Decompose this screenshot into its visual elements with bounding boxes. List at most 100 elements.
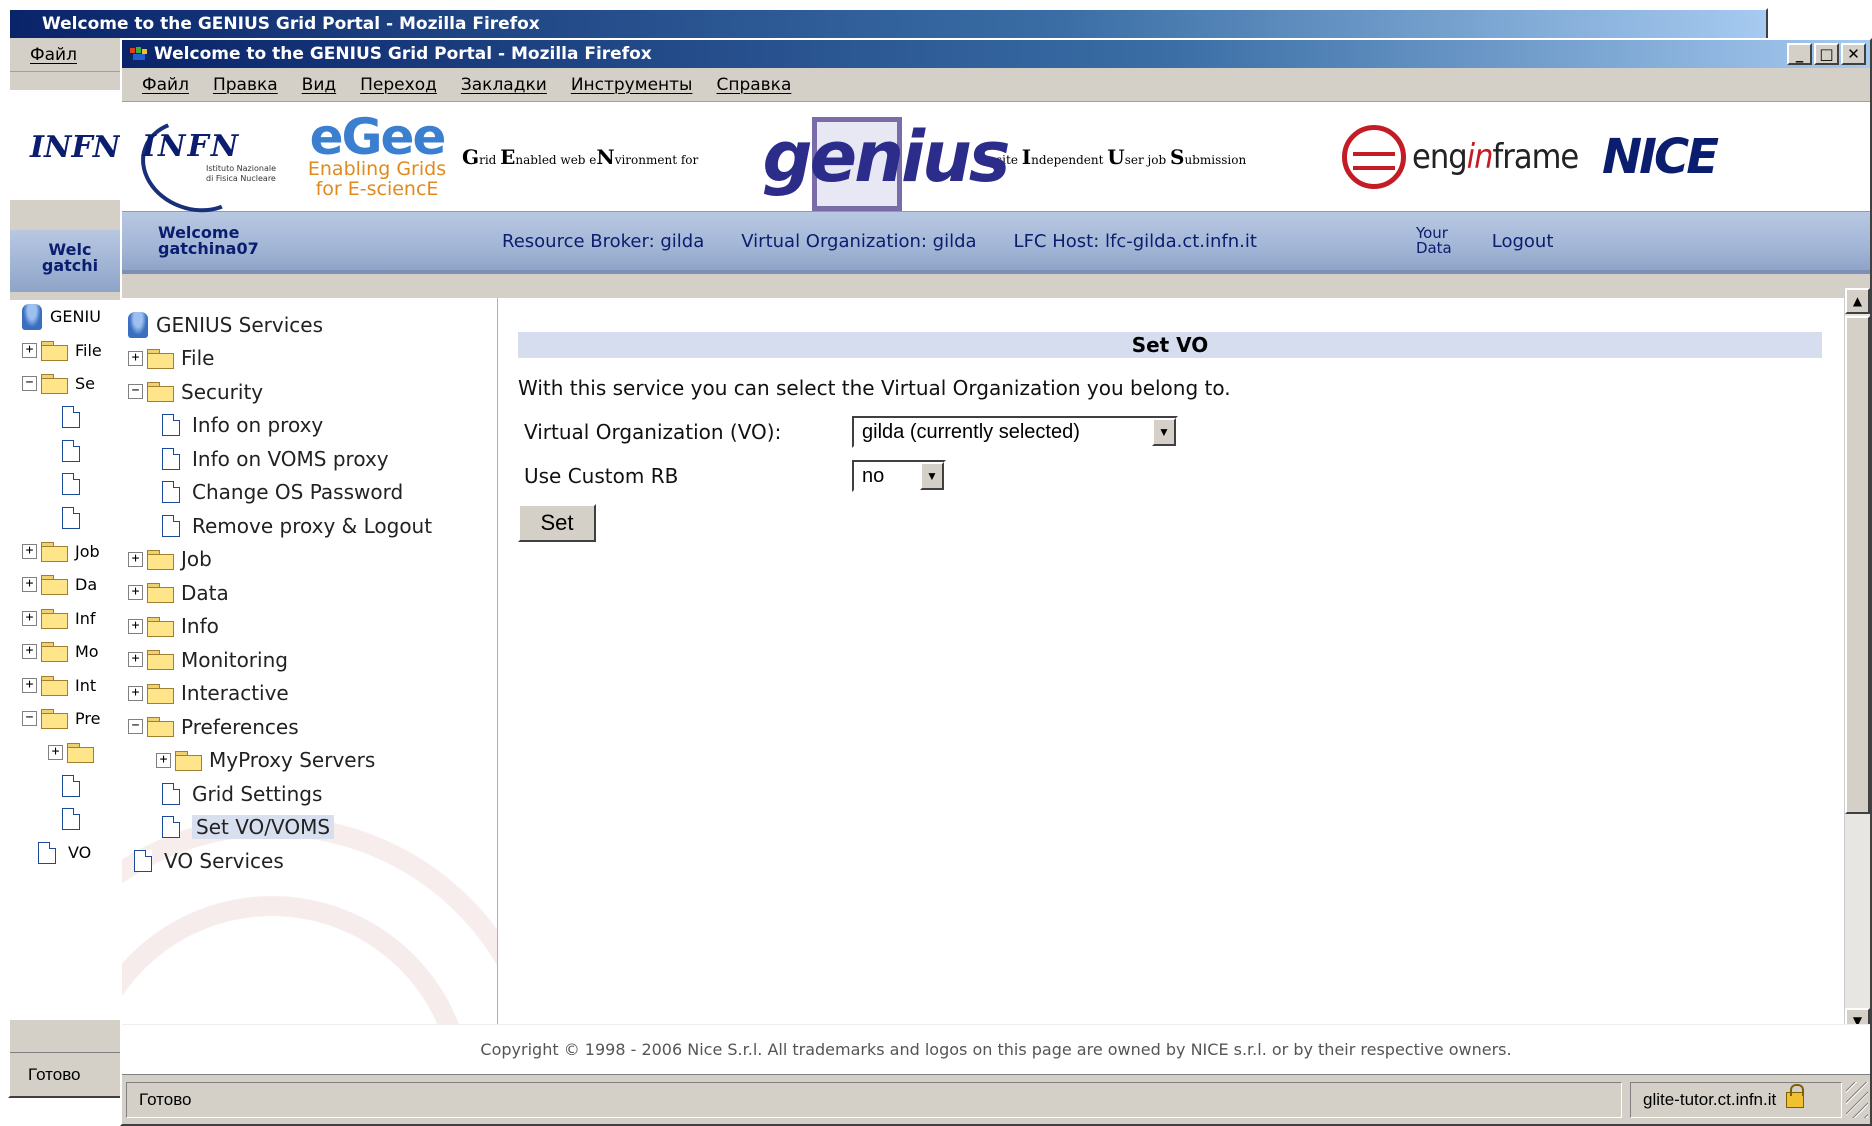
vo-label: Virtual Organization (VO):: [524, 420, 782, 444]
tree-item-interactive[interactable]: + Interactive: [122, 677, 497, 711]
enginframe-text: enginframe: [1412, 136, 1579, 177]
your-data-link[interactable]: Your Data: [1416, 226, 1452, 256]
menu-tools[interactable]: Инструменты: [571, 75, 693, 95]
expand-icon[interactable]: +: [22, 342, 37, 358]
back-tree-root[interactable]: GENIU: [10, 300, 130, 334]
back-tree-monitoring[interactable]: + Mo: [10, 635, 130, 669]
collapse-icon[interactable]: −: [128, 719, 143, 735]
back-tree-doc[interactable]: [10, 434, 130, 468]
menu-bookmarks[interactable]: Закладки: [461, 75, 547, 95]
back-menu-file[interactable]: Файл: [30, 45, 77, 65]
chevron-down-icon[interactable]: ▼: [1152, 418, 1176, 446]
folder-icon: [147, 549, 174, 570]
tree-item-info-voms[interactable]: Info on VOMS proxy: [122, 442, 497, 476]
back-tree-doc[interactable]: [10, 501, 130, 535]
tagline-part: U: [1107, 144, 1125, 169]
menu-go[interactable]: Переход: [360, 75, 437, 95]
lock-icon[interactable]: [1786, 1083, 1805, 1108]
expand-icon[interactable]: +: [48, 744, 63, 760]
tagline-part: G: [462, 144, 480, 169]
logout-link[interactable]: Logout: [1492, 231, 1554, 252]
folder-icon: [147, 683, 174, 704]
tree-item-monitoring[interactable]: + Monitoring: [122, 643, 497, 677]
expand-icon[interactable]: +: [22, 577, 37, 593]
collapse-icon[interactable]: −: [128, 384, 143, 400]
vo-select[interactable]: gilda (currently selected) ▼: [852, 416, 1178, 448]
expand-icon[interactable]: +: [128, 551, 143, 567]
document-icon: [62, 774, 80, 797]
menu-help[interactable]: Справка: [716, 75, 791, 95]
title-bar[interactable]: Welcome to the GENIUS Grid Portal - Mozi…: [122, 40, 1870, 68]
back-tree-doc[interactable]: [10, 769, 130, 803]
tree-item-data[interactable]: + Data: [122, 576, 497, 610]
menu-edit[interactable]: Правка: [213, 75, 278, 95]
scroll-thumb[interactable]: [1845, 316, 1870, 814]
virtual-organization-info: Virtual Organization: gilda: [741, 230, 977, 252]
tree-item-security[interactable]: − Security: [122, 375, 497, 409]
back-title-bar[interactable]: Welcome to the GENIUS Grid Portal - Mozi…: [10, 10, 1766, 38]
infn-sub2: di Fisica Nucleare: [206, 174, 276, 183]
tree-item-info[interactable]: + Info: [122, 610, 497, 644]
menu-bar: Файл Правка Вид Переход Закладки Инструм…: [122, 68, 1870, 102]
tree-item-preferences[interactable]: − Preferences: [122, 710, 497, 744]
back-tree-data[interactable]: + Da: [10, 568, 130, 602]
scroll-up-icon[interactable]: ▲: [1845, 288, 1870, 314]
back-tree-job[interactable]: + Job: [10, 535, 130, 569]
expand-icon[interactable]: +: [22, 677, 37, 693]
folder-icon: [67, 742, 94, 763]
back-logo-area: INFN: [10, 90, 130, 200]
tree-item-info-proxy[interactable]: Info on proxy: [122, 409, 497, 443]
vertical-scrollbar[interactable]: ▲ ▼: [1844, 288, 1870, 1034]
back-tree-security[interactable]: − Se: [10, 367, 130, 401]
vo-field-row: Virtual Organization (VO): gilda (curren…: [524, 416, 1822, 448]
expand-icon[interactable]: +: [156, 752, 171, 768]
tree-item-set-vo[interactable]: Set VO/VOMS: [122, 811, 497, 845]
tree-item-file[interactable]: + File: [122, 342, 497, 376]
back-tree-subfolder[interactable]: +: [10, 736, 130, 770]
tree-root[interactable]: GENIUS Services: [122, 308, 497, 342]
expand-icon[interactable]: +: [22, 644, 37, 660]
tree-item-change-password[interactable]: Change OS Password: [122, 476, 497, 510]
service-description: With this service you can select the Vir…: [518, 376, 1231, 400]
back-tree-vo[interactable]: VO: [10, 836, 130, 870]
expand-icon[interactable]: +: [128, 652, 143, 668]
expand-icon[interactable]: +: [22, 543, 37, 559]
folder-open-icon: [41, 374, 68, 395]
back-tree-doc[interactable]: [10, 401, 130, 435]
collapse-icon[interactable]: −: [22, 711, 37, 727]
expand-icon[interactable]: +: [128, 618, 143, 634]
tree-item-vo-services[interactable]: VO Services: [122, 844, 497, 878]
copyright-footer: Copyright © 1998 - 2006 Nice S.r.l. All …: [122, 1024, 1870, 1074]
resize-grip-icon[interactable]: [1846, 1081, 1868, 1118]
set-button[interactable]: Set: [518, 504, 596, 542]
folder-open-icon: [147, 382, 174, 403]
status-text: Готово: [139, 1089, 192, 1109]
tree-item-remove-proxy[interactable]: Remove proxy & Logout: [122, 509, 497, 543]
expand-icon[interactable]: +: [128, 685, 143, 701]
expand-icon[interactable]: +: [128, 585, 143, 601]
back-tree-file[interactable]: + File: [10, 334, 130, 368]
enginframe-part: in: [1466, 136, 1494, 177]
maximize-button[interactable]: □: [1814, 43, 1839, 65]
tree-item-grid-settings[interactable]: Grid Settings: [122, 777, 497, 811]
services-tree: GENIUS Services + File − Security Info on …: [122, 298, 498, 1024]
expand-icon[interactable]: +: [22, 610, 37, 626]
chevron-down-icon[interactable]: ▼: [920, 462, 944, 490]
tree-item-job[interactable]: + Job: [122, 543, 497, 577]
tree-item-myproxy[interactable]: + MyProxy Servers: [122, 744, 497, 778]
back-tree-doc[interactable]: [10, 803, 130, 837]
expand-icon[interactable]: +: [128, 350, 143, 366]
back-tree-info[interactable]: + Inf: [10, 602, 130, 636]
folder-icon: [41, 675, 68, 696]
back-tree-interactive[interactable]: + Int: [10, 669, 130, 703]
tree-label: Monitoring: [181, 647, 288, 672]
back-tree-preferences[interactable]: − Pre: [10, 702, 130, 736]
menu-file[interactable]: Файл: [142, 75, 189, 95]
minimize-button[interactable]: _: [1787, 43, 1812, 65]
menu-view[interactable]: Вид: [302, 75, 336, 95]
custom-rb-select[interactable]: no ▼: [852, 460, 946, 492]
back-tree-doc[interactable]: [10, 468, 130, 502]
close-button[interactable]: ✕: [1841, 43, 1866, 65]
tree-label: Interactive: [181, 681, 289, 706]
collapse-icon[interactable]: −: [22, 376, 37, 392]
